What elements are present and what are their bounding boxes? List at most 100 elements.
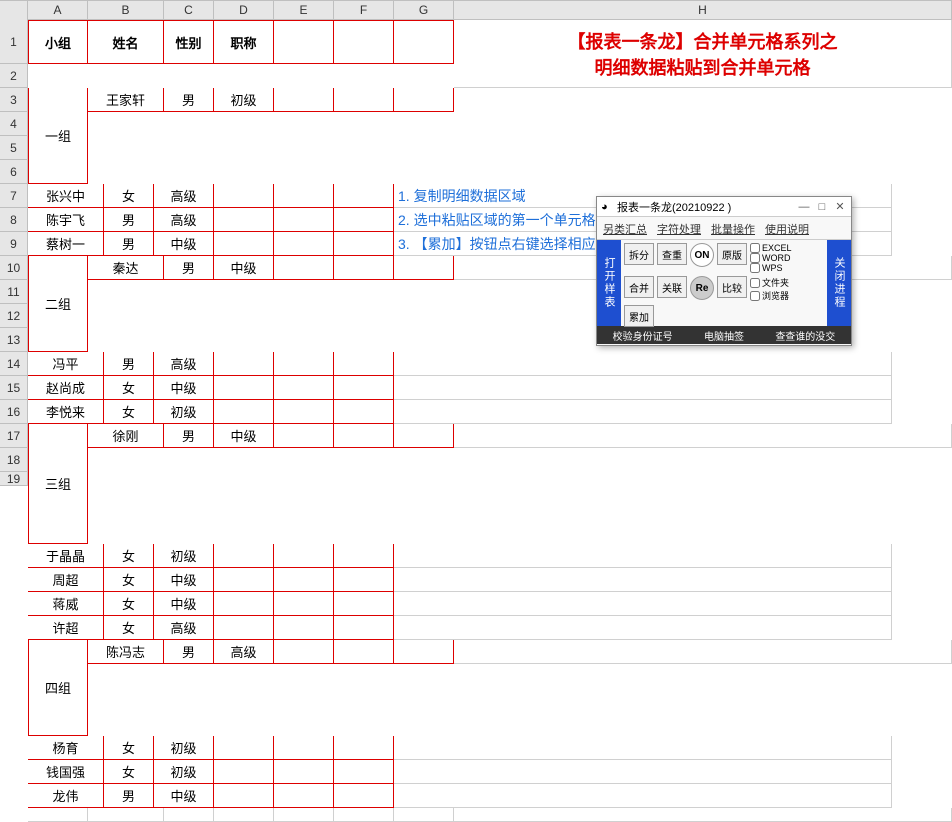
cell-H16[interactable]: [394, 736, 892, 760]
cell-D11[interactable]: 初级: [154, 544, 214, 568]
cell-D8[interactable]: 中级: [154, 376, 214, 400]
row-header-16[interactable]: 16: [0, 400, 28, 424]
tool-titlebar[interactable]: ◕ 报表一条龙(20210922 ) — □ ✕: [597, 197, 851, 217]
cell-C7[interactable]: 男: [104, 352, 154, 376]
cell-C16[interactable]: 女: [104, 736, 154, 760]
cell-B16[interactable]: 杨育: [28, 736, 104, 760]
cell-D4[interactable]: 高级: [154, 208, 214, 232]
col-header-F[interactable]: F: [334, 1, 394, 20]
tab-help[interactable]: 使用说明: [765, 221, 809, 237]
cell-G1[interactable]: [394, 20, 454, 64]
cell-F7[interactable]: [274, 352, 334, 376]
link-button[interactable]: 关联: [657, 276, 687, 298]
cell-B8[interactable]: 赵尚成: [28, 376, 104, 400]
cell-B14[interactable]: 许超: [28, 616, 104, 640]
cell-A15[interactable]: 四组: [28, 640, 88, 736]
lottery-button[interactable]: 电脑抽签: [704, 328, 744, 343]
cell-C6[interactable]: 男: [164, 256, 214, 280]
cell-G5[interactable]: [334, 232, 394, 256]
cell-H11[interactable]: [394, 544, 892, 568]
cell-H9[interactable]: [394, 400, 892, 424]
cell-C8[interactable]: 女: [104, 376, 154, 400]
split-button[interactable]: 拆分: [624, 243, 654, 265]
cell-D19[interactable]: [214, 808, 274, 822]
cell-A6[interactable]: 二组: [28, 256, 88, 352]
cell-F8[interactable]: [274, 376, 334, 400]
cell-H1[interactable]: 【报表一条龙】合并单元格系列之明细数据粘贴到合并单元格: [454, 20, 952, 88]
cell-G4[interactable]: [334, 208, 394, 232]
cell-B11[interactable]: 于晶晶: [28, 544, 104, 568]
row-header-15[interactable]: 15: [0, 376, 28, 400]
cell-E18[interactable]: [214, 784, 274, 808]
cell-G17[interactable]: [334, 760, 394, 784]
cell-E14[interactable]: [214, 616, 274, 640]
maximize-icon[interactable]: □: [815, 201, 829, 213]
col-header-A[interactable]: A: [28, 1, 88, 20]
cell-G18[interactable]: [334, 784, 394, 808]
row-header-18[interactable]: 18: [0, 448, 28, 472]
cell-E1[interactable]: [274, 20, 334, 64]
cell-G10[interactable]: [394, 424, 454, 448]
cell-H14[interactable]: [394, 616, 892, 640]
cell-C19[interactable]: [164, 808, 214, 822]
cell-D14[interactable]: 高级: [154, 616, 214, 640]
cell-H12[interactable]: [394, 568, 892, 592]
check-folder[interactable]: 文件夹: [750, 276, 789, 289]
row-header-13[interactable]: 13: [0, 328, 28, 352]
cell-D1[interactable]: 职称: [214, 20, 274, 64]
cell-C10[interactable]: 男: [164, 424, 214, 448]
open-sample-button[interactable]: 打开样表: [597, 240, 621, 326]
cell-F4[interactable]: [274, 208, 334, 232]
col-header-G[interactable]: G: [394, 1, 454, 20]
minimize-icon[interactable]: —: [797, 201, 811, 213]
cell-F18[interactable]: [274, 784, 334, 808]
cell-F15[interactable]: [334, 640, 394, 664]
select-all-corner[interactable]: [0, 1, 28, 21]
cell-G9[interactable]: [334, 400, 394, 424]
cell-H19[interactable]: [454, 808, 952, 822]
cell-F19[interactable]: [334, 808, 394, 822]
cell-F16[interactable]: [274, 736, 334, 760]
cell-F17[interactable]: [274, 760, 334, 784]
row-header-5[interactable]: 5: [0, 136, 28, 160]
cell-C17[interactable]: 女: [104, 760, 154, 784]
cell-B17[interactable]: 钱国强: [28, 760, 104, 784]
cell-E3[interactable]: [214, 184, 274, 208]
cell-C5[interactable]: 男: [104, 232, 154, 256]
cell-F3[interactable]: [274, 184, 334, 208]
cell-B2[interactable]: 王家轩: [88, 88, 164, 112]
check-browser[interactable]: 浏览器: [750, 289, 789, 302]
verify-id-button[interactable]: 校验身份证号: [613, 328, 673, 343]
cell-A1[interactable]: 小组: [28, 20, 88, 64]
cell-D5[interactable]: 中级: [154, 232, 214, 256]
tab-string[interactable]: 字符处理: [657, 221, 701, 237]
cell-D17[interactable]: 初级: [154, 760, 214, 784]
merge-button[interactable]: 合并: [624, 276, 654, 298]
cell-G13[interactable]: [334, 592, 394, 616]
cell-G14[interactable]: [334, 616, 394, 640]
col-header-C[interactable]: C: [164, 1, 214, 20]
cell-D15[interactable]: 高级: [214, 640, 274, 664]
cell-H18[interactable]: [394, 784, 892, 808]
cell-G3[interactable]: [334, 184, 394, 208]
cell-C13[interactable]: 女: [104, 592, 154, 616]
cell-B15[interactable]: 陈冯志: [88, 640, 164, 664]
cell-A10[interactable]: 三组: [28, 424, 88, 544]
cell-B6[interactable]: 秦达: [88, 256, 164, 280]
row-header-9[interactable]: 9: [0, 232, 28, 256]
cell-C9[interactable]: 女: [104, 400, 154, 424]
row-header-8[interactable]: 8: [0, 208, 28, 232]
compare-button[interactable]: 比较: [717, 276, 747, 298]
cell-G11[interactable]: [334, 544, 394, 568]
cell-G6[interactable]: [394, 256, 454, 280]
row-header-11[interactable]: 11: [0, 280, 28, 304]
on-button[interactable]: ON: [690, 243, 714, 267]
close-icon[interactable]: ✕: [833, 200, 847, 213]
cell-E5[interactable]: [214, 232, 274, 256]
cell-B5[interactable]: 蔡树一: [28, 232, 104, 256]
check-missing-button[interactable]: 查查谁的没交: [775, 328, 835, 343]
cell-D18[interactable]: 中级: [154, 784, 214, 808]
cell-E10[interactable]: [274, 424, 334, 448]
cell-E19[interactable]: [274, 808, 334, 822]
cell-D10[interactable]: 中级: [214, 424, 274, 448]
